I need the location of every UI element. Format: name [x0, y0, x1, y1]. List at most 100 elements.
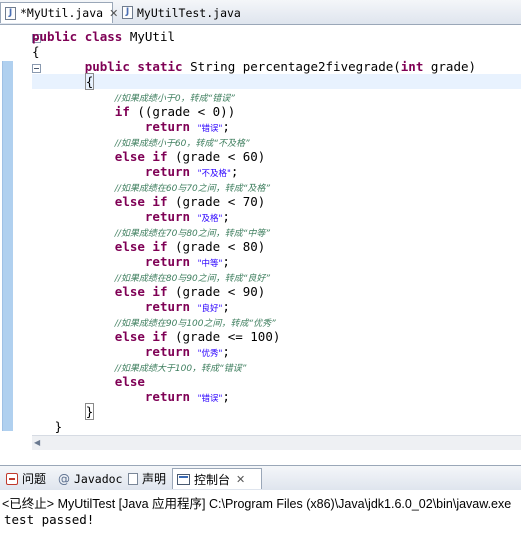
horizontal-scrollbar[interactable]: ◀ [32, 435, 521, 450]
keyword: else if [114, 149, 168, 164]
tab-javadoc[interactable]: @ Javadoc [54, 468, 126, 489]
code-line: //如果成绩在70与80之间，转成“中等” [32, 224, 521, 239]
semicolon: ; [222, 119, 230, 134]
code-line: return "中等"; [32, 254, 521, 269]
string-literal: "及格" [197, 214, 223, 224]
console-icon [177, 473, 190, 485]
string-literal: "错误" [197, 124, 223, 134]
string-literal: "优秀" [197, 349, 223, 359]
keyword: else if [114, 194, 168, 209]
editor-tab-bar: J *MyUtil.java ✕ J MyUtilTest.java [0, 0, 521, 25]
code-line: return "错误"; [32, 119, 521, 134]
code-line: if ((grade < 0)) [32, 104, 521, 119]
code-line: return "优秀"; [32, 344, 521, 359]
tab-myutil-java[interactable]: J *MyUtil.java ✕ [0, 2, 118, 23]
tab-label: 控制台 [194, 472, 231, 487]
tab-problems[interactable]: 问题 [2, 468, 50, 489]
code-line: return "及格"; [32, 209, 521, 224]
scroll-left-icon[interactable]: ◀ [34, 438, 40, 447]
tab-label: Javadoc [74, 471, 123, 486]
code-line: public static String percentage2fivegrad… [32, 59, 521, 74]
keyword: return [144, 254, 191, 269]
keyword: return [144, 344, 191, 359]
code-text[interactable]: public class MyUtil { public static Stri… [32, 29, 521, 434]
code-editor[interactable]: public class MyUtil { public static Stri… [0, 25, 521, 451]
code-line: { [32, 44, 521, 59]
code-line: public class MyUtil [32, 29, 521, 44]
tab-label: MyUtilTest.java [137, 5, 241, 20]
code-line: } [32, 419, 521, 434]
brace: { [32, 44, 40, 59]
tab-declaration[interactable]: 声明 [124, 468, 170, 489]
comment: //如果成绩在90与100之间，转成“优秀” [114, 319, 276, 329]
java-file-icon: J [122, 6, 133, 19]
keyword: if [114, 104, 130, 119]
folding-gutter [14, 25, 41, 445]
comment: //如果成绩在60与70之间，转成“及格” [114, 184, 271, 194]
condition: (grade < 70) [167, 194, 266, 209]
condition: (grade <= 100) [167, 329, 281, 344]
close-icon[interactable]: ✕ [236, 473, 245, 486]
code-line: else if (grade < 80) [32, 239, 521, 254]
code-line: else [32, 374, 521, 389]
keyword: class [84, 29, 123, 44]
console-output: test passed! [4, 512, 95, 527]
keyword: return [144, 389, 191, 404]
keyword: else [114, 374, 145, 389]
comment: //如果成绩小于60，转成“不及格” [114, 139, 250, 149]
view-tab-bar: 问题 @ Javadoc 声明 控制台 ✕ [0, 465, 521, 491]
keyword: return [144, 119, 191, 134]
range-indicator [2, 61, 13, 431]
keyword: int [400, 59, 424, 74]
console-status-line: <已终止> MyUtilTest [Java 应用程序] C:\Program … [2, 497, 512, 511]
console-view[interactable]: <已终止> MyUtilTest [Java 应用程序] C:\Program … [0, 490, 521, 554]
matching-brace: } [84, 403, 95, 420]
string-literal: "错误" [197, 394, 223, 404]
declaration-icon [128, 472, 138, 485]
string-literal: "中等" [197, 259, 223, 269]
comment: //如果成绩在80与90之间，转成“良好” [114, 274, 271, 284]
string-literal: "不及格" [197, 169, 231, 179]
tab-console[interactable]: 控制台 ✕ [172, 468, 262, 489]
code-line: else if (grade <= 100) [32, 329, 521, 344]
method-params: grade) [423, 59, 477, 74]
keyword: else if [114, 329, 168, 344]
code-line: //如果成绩在60与70之间，转成“及格” [32, 179, 521, 194]
keyword: return [144, 299, 191, 314]
semicolon: ; [222, 389, 230, 404]
java-file-icon: J [5, 6, 16, 20]
code-line: else if (grade < 70) [32, 194, 521, 209]
tab-myutiltest-java[interactable]: J MyUtilTest.java [118, 2, 241, 23]
semicolon: ; [222, 344, 230, 359]
semicolon: ; [222, 299, 230, 314]
code-line: //如果成绩在80与90之间，转成“良好” [32, 269, 521, 284]
code-line: //如果成绩在90与100之间，转成“优秀” [32, 314, 521, 329]
keyword: return [144, 209, 191, 224]
condition: (grade < 90) [167, 284, 266, 299]
semicolon: ; [222, 254, 230, 269]
tab-label: 问题 [22, 472, 47, 486]
code-line: //如果成绩小于60，转成“不及格” [32, 134, 521, 149]
current-line: { [32, 73, 521, 90]
code-line: else if (grade < 90) [32, 284, 521, 299]
brace: } [54, 419, 63, 434]
comment: //如果成绩在70与80之间，转成“中等” [114, 229, 271, 239]
keyword: return [144, 164, 191, 179]
problems-icon [6, 472, 18, 485]
javadoc-icon: @ [58, 471, 70, 486]
close-icon[interactable]: ✕ [109, 7, 118, 20]
code-line: return "良好"; [32, 299, 521, 314]
condition: (grade < 80) [167, 239, 266, 254]
code-line: } [32, 403, 521, 420]
code-line: //如果成绩小于0，转成“错误” [32, 89, 521, 104]
code-line: //如果成绩大于100，转成“错误” [32, 359, 521, 374]
method-signature: String percentage2fivegrade( [190, 59, 401, 74]
code-line: return "错误"; [32, 389, 521, 404]
keyword: public [32, 29, 78, 44]
tab-label: 声明 [142, 472, 167, 486]
code-line: return "不及格"; [32, 164, 521, 179]
string-literal: "良好" [197, 304, 223, 314]
code-line: else if (grade < 60) [32, 149, 521, 164]
keyword: else if [114, 284, 168, 299]
keyword: else if [114, 239, 168, 254]
